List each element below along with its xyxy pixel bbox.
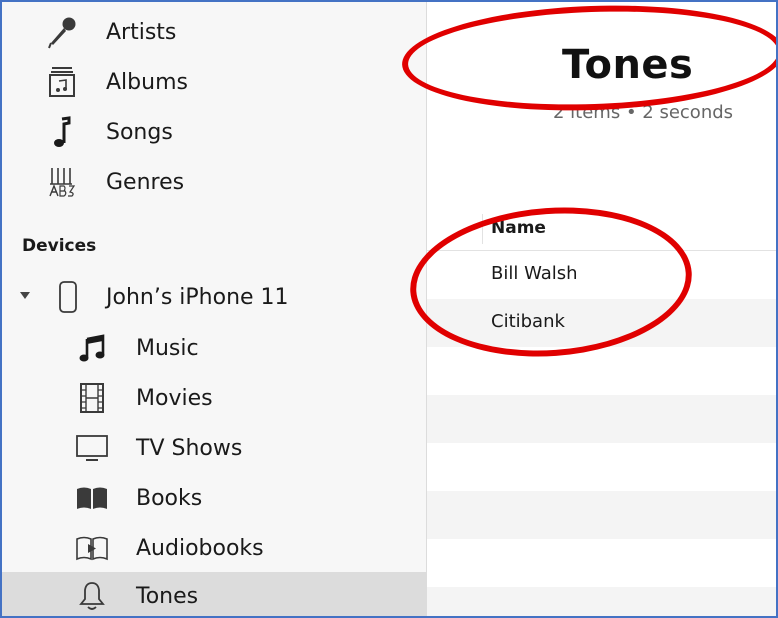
sidebar-item-label: TV Shows: [136, 435, 243, 461]
bell-icon: [74, 578, 110, 614]
audiobook-icon: [74, 530, 110, 566]
sidebar-item-genres[interactable]: Genres: [2, 157, 426, 207]
empty-row: [427, 491, 776, 539]
sidebar-item-audiobooks[interactable]: Audiobooks: [2, 523, 426, 573]
cell-name: Citibank: [491, 311, 565, 332]
column-header-name[interactable]: Name: [491, 218, 546, 238]
sidebar-item-label: Songs: [106, 119, 173, 145]
sidebar-item-movies[interactable]: Movies: [2, 373, 426, 423]
album-icon: [44, 64, 80, 100]
sidebar-item-songs[interactable]: Songs: [2, 107, 426, 157]
music-icon: [74, 330, 110, 366]
itunes-window: Artists Albums Songs Genres Devices John…: [0, 0, 778, 618]
sidebar-item-tv-shows[interactable]: TV Shows: [2, 423, 426, 473]
sidebar-item-label: Music: [136, 335, 199, 361]
sidebar-item-label: Artists: [106, 19, 177, 45]
column-separator: [482, 214, 483, 244]
page-subtitle: 2 items • 2 seconds: [553, 102, 734, 123]
sidebar-item-books[interactable]: Books: [2, 473, 426, 523]
empty-row: [427, 395, 776, 443]
empty-row: [427, 347, 776, 395]
sidebar-item-device[interactable]: John’s iPhone 11: [2, 272, 426, 322]
sidebar-item-albums[interactable]: Albums: [2, 57, 426, 107]
tv-icon: [74, 430, 110, 466]
sidebar-item-artists[interactable]: Artists: [2, 7, 426, 57]
sidebar-item-label: Audiobooks: [136, 535, 264, 561]
music-note-icon: [44, 114, 80, 150]
sidebar-item-tones[interactable]: Tones: [2, 572, 426, 616]
sidebar-item-label: Tones: [136, 583, 199, 609]
sidebar-item-label: Books: [136, 485, 203, 511]
cell-name: Bill Walsh: [491, 263, 578, 284]
empty-row: [427, 443, 776, 491]
microphone-icon: [44, 14, 80, 50]
sidebar: Artists Albums Songs Genres Devices John…: [2, 2, 427, 616]
book-icon: [74, 480, 110, 516]
table-row[interactable]: Bill Walsh: [427, 251, 776, 299]
iphone-icon: [50, 279, 86, 315]
sidebar-item-label: Movies: [136, 385, 213, 411]
genres-icon: [44, 164, 80, 200]
sidebar-item-label: Albums: [106, 69, 188, 95]
sidebar-item-music[interactable]: Music: [2, 323, 426, 373]
film-icon: [74, 380, 110, 416]
table-header: Name: [427, 206, 776, 251]
empty-row: [427, 539, 776, 587]
main-content: Tones 2 items • 2 seconds Name Bill Wals…: [427, 2, 776, 616]
table-row[interactable]: Citibank: [427, 299, 776, 347]
page-title: Tones: [562, 42, 694, 88]
empty-row: [427, 587, 776, 616]
sidebar-item-label: Genres: [106, 169, 185, 195]
devices-heading: Devices: [22, 236, 97, 256]
sidebar-item-label: John’s iPhone 11: [106, 284, 289, 310]
